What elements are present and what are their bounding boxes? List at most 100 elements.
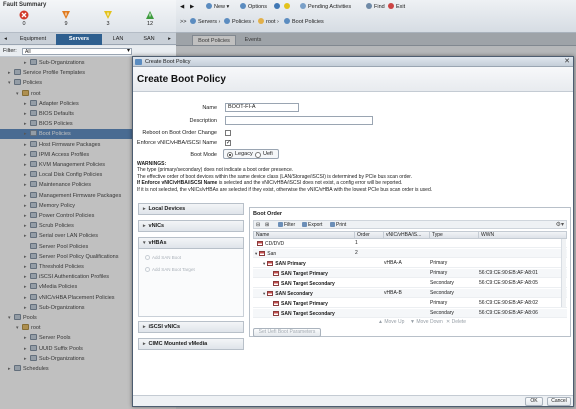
major-fault-count[interactable]: 9 (46, 10, 86, 27)
boot-order-type-cell: Secondary (430, 280, 454, 286)
set-uefi-boot-parameters-button[interactable]: Set Uefi Boot Parameters (253, 328, 321, 337)
warning-line: If it is not selected, the vNICs/vHBAs a… (137, 186, 433, 193)
critical-x-icon (4, 10, 44, 20)
expand-all-icon[interactable]: ⊞ (265, 222, 269, 228)
column-header-type[interactable]: Type (429, 232, 477, 239)
delete-button[interactable]: ✕ Delete (446, 319, 466, 326)
dialog-footer: OK Cancel (133, 395, 573, 406)
boot-order-row[interactable]: ▾ SAN Secondary vHBA-B Secondary (253, 289, 567, 298)
warning-triangle-icon (130, 10, 170, 20)
add-san-boot-icon (145, 255, 150, 260)
boot-device-icon (267, 261, 274, 266)
add-san-boot-target-icon (145, 267, 150, 272)
info-icon[interactable] (284, 3, 292, 12)
column-header-order[interactable]: Order (354, 232, 382, 239)
dialog-header: Create Boot Policy (133, 67, 573, 92)
move-up-button[interactable]: ▲ Move Up (378, 319, 404, 326)
export-button[interactable]: Export (302, 222, 322, 228)
boot-order-row[interactable]: SAN Target Secondary Secondary 56:C9:CE:90… (253, 279, 567, 288)
local-devices-section[interactable]: ▸ Local Devices (138, 203, 244, 215)
boot-order-name-cell: SAN Target Secondary (271, 279, 335, 289)
cimc-vmedia-section[interactable]: ▸ CIMC Mounted vMedia (138, 338, 244, 350)
boot-order-vnic-cell: vHBA-A (384, 260, 402, 266)
boot-mode-legacy-radio[interactable] (227, 151, 233, 158)
reboot-on-change-checkbox[interactable] (225, 130, 231, 136)
add-san-boot-target-button[interactable]: Add SAN Boot Target (145, 267, 195, 272)
back-icon[interactable]: ◀ (180, 3, 184, 12)
expand-arrow-icon: ▸ (143, 324, 146, 330)
boot-order-wwn-cell: 56:C9:CE:90:EB:AF:A8:05 (479, 280, 538, 286)
boot-order-name-cell: ▾ SAN Primary (263, 259, 306, 269)
reboot-on-change-label: Reboot on Boot Order Change (142, 130, 217, 136)
boot-order-wwn-cell: 56:C9:CE:90:EB:AF:A8:06 (479, 310, 538, 316)
warning-fault-count[interactable]: 12 (130, 10, 170, 27)
table-scrollbar[interactable] (561, 239, 566, 307)
description-input[interactable] (225, 116, 373, 125)
enforce-name-checkbox[interactable]: ✓ (225, 140, 231, 146)
find-button[interactable]: Find (366, 3, 385, 12)
tab-san[interactable]: SAN (134, 34, 164, 45)
nav-scroll-right-icon[interactable]: ▸ (165, 34, 174, 45)
row-toggle-icon[interactable]: ▾ (263, 261, 265, 266)
iscsi-vnics-section[interactable]: ▸ iSCSI vNICs (138, 321, 244, 333)
move-down-button[interactable]: ▼ Move Down (410, 319, 443, 326)
row-toggle-icon[interactable]: ▾ (263, 291, 265, 296)
boot-mode-label: Boot Mode (190, 152, 217, 158)
root-icon (258, 18, 264, 24)
boot-device-icon (257, 241, 263, 246)
breadcrumb-arrow-icon: >> (180, 19, 187, 25)
boot-order-row[interactable]: SAN Target Primary Primary 56:C9:CE:90:EB:… (253, 299, 567, 308)
collapse-all-icon[interactable]: ⊟ (256, 222, 260, 228)
column-header-vnic[interactable]: vNIC/vHBA/iS... (383, 232, 427, 239)
breadcrumb-boot-policies[interactable]: Boot Policies (284, 18, 324, 27)
breadcrumb-policies[interactable]: Policies › (224, 18, 254, 27)
options-button[interactable]: Options (240, 3, 267, 12)
policies-icon (224, 18, 230, 24)
exit-icon (388, 3, 394, 9)
filter-select[interactable]: All (22, 48, 132, 55)
help-icon[interactable] (274, 3, 282, 12)
breadcrumb-servers[interactable]: Servers › (190, 18, 220, 27)
vhbas-section[interactable]: ▾ vHBAs (138, 237, 244, 249)
boot-order-row[interactable]: SAN Target Secondary Secondary 56:C9:CE:90… (253, 309, 567, 318)
description-label: Description (189, 118, 217, 124)
tab-servers[interactable]: Servers (56, 34, 102, 45)
minor-fault-count[interactable]: 3 (88, 10, 128, 27)
filter-button[interactable]: Filter (278, 222, 295, 228)
boot-order-name-cell: ▾ SAN Secondary (263, 289, 313, 299)
pending-activities-button[interactable]: Pending Activities (300, 3, 351, 12)
nav-scroll-left-icon[interactable]: ◂ (1, 34, 10, 45)
boot-order-row[interactable]: ▾ San 2 (253, 249, 567, 258)
name-input[interactable]: BOOT-FI-A (225, 103, 299, 112)
cancel-button[interactable]: Cancel (547, 397, 571, 406)
boot-order-row[interactable]: ▾ SAN Primary vHBA-A Primary (253, 259, 567, 268)
tab-lan[interactable]: LAN (103, 34, 133, 45)
boot-order-panel: Boot Order ⊟ ⊞ Filter Export Print ⚙▾ Na… (249, 207, 571, 337)
boot-order-row[interactable]: CD/DVD 1 (253, 239, 567, 248)
boot-mode-uefi-radio[interactable] (255, 151, 261, 158)
vnics-section[interactable]: ▸ vNICs (138, 220, 244, 232)
new-button[interactable]: New ▾ (206, 3, 229, 12)
exit-button[interactable]: Exit (388, 3, 405, 12)
gear-icon[interactable]: ⚙▾ (556, 222, 564, 228)
boot-policies-icon (284, 18, 290, 24)
servers-icon (190, 18, 196, 24)
boot-order-vnic-cell: vHBA-B (384, 290, 402, 296)
dialog-heading: Create Boot Policy (137, 74, 226, 85)
forward-icon[interactable]: ▶ (190, 3, 194, 12)
critical-fault-count[interactable]: 0 (4, 10, 44, 27)
close-icon[interactable]: ✕ (564, 57, 570, 66)
boot-order-name: SAN Target Primary (281, 271, 328, 277)
boot-order-name: SAN Target Secondary (281, 311, 335, 317)
boot-order-row[interactable]: SAN Target Primary Primary 56:C9:CE:90:EB:… (253, 269, 567, 278)
boot-order-name: SAN Secondary (275, 291, 313, 297)
row-toggle-icon[interactable]: ▾ (255, 251, 257, 256)
fault-summary-title: Fault Summary (3, 2, 47, 8)
column-header-wwn[interactable]: WWN (478, 232, 562, 239)
breadcrumb-root[interactable]: root › (258, 18, 279, 27)
ok-button[interactable]: OK (525, 397, 543, 406)
print-button[interactable]: Print (330, 222, 346, 228)
column-header-name[interactable]: Name (256, 232, 352, 239)
add-san-boot-button[interactable]: Add SAN Boot (145, 255, 181, 260)
tab-equipment[interactable]: Equipment (11, 34, 55, 45)
